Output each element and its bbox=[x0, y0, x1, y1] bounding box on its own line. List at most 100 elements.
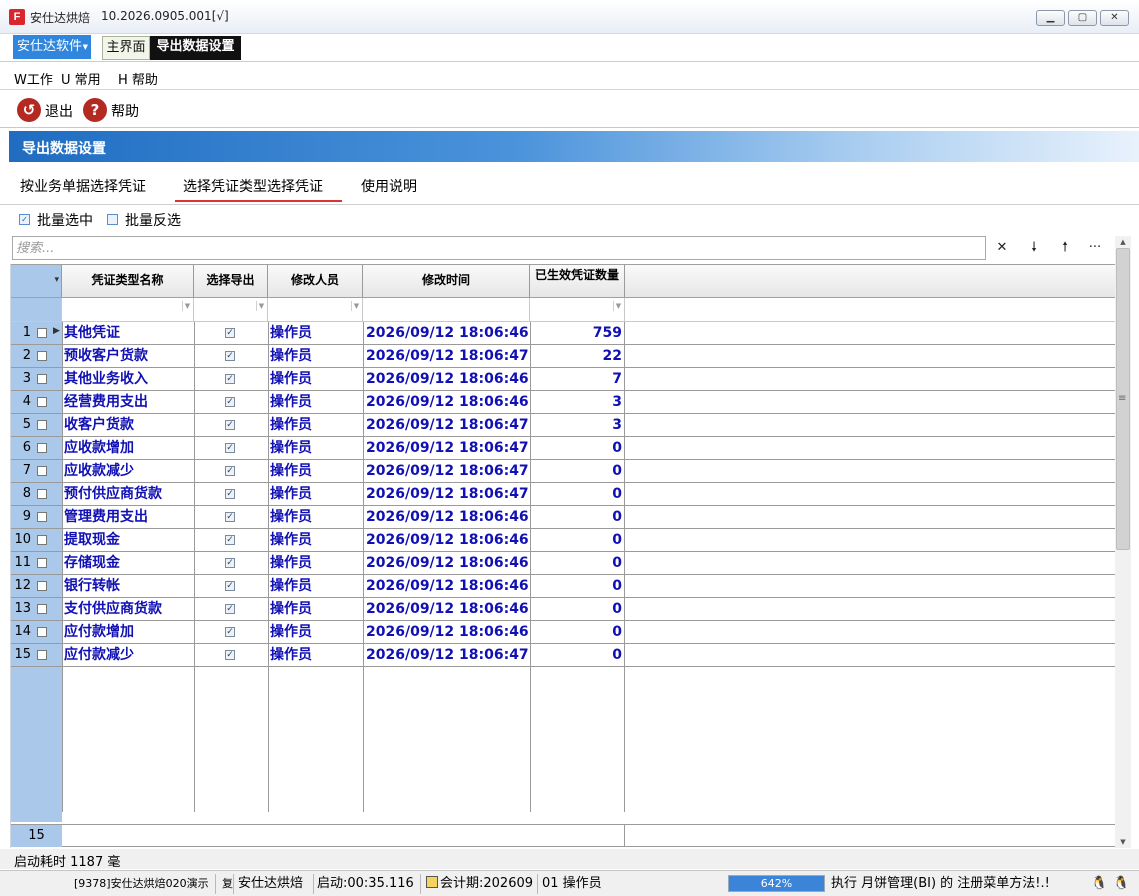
table-row[interactable]: 2 预收客户货款 ✓ 操作员 2026/09/12 18:06:47 22 bbox=[11, 345, 1115, 368]
batch-invert-button[interactable]: 批量反选 bbox=[107, 210, 187, 229]
table-row[interactable]: 14 应付款增加 ✓ 操作员 2026/09/12 18:06:46 0 bbox=[11, 621, 1115, 644]
tab-instructions[interactable]: 使用说明 bbox=[361, 176, 417, 196]
exit-button[interactable]: ↺ 退出 bbox=[17, 98, 79, 122]
cell-voucher-type-name[interactable]: 预付供应商货款 bbox=[63, 483, 193, 505]
cell-modified-by[interactable]: 操作员 bbox=[269, 506, 363, 528]
table-row[interactable]: 9 管理费用支出 ✓ 操作员 2026/09/12 18:06:46 0 bbox=[11, 506, 1115, 529]
cell-modified-time[interactable]: 2026/09/12 18:06:46 bbox=[364, 322, 530, 344]
cell-modified-time[interactable]: 2026/09/12 18:06:47 bbox=[364, 437, 530, 459]
filter-dropdown-icon[interactable]: ▼ bbox=[182, 301, 192, 311]
cell-modified-by[interactable]: 操作员 bbox=[269, 345, 363, 367]
cell-effective-count[interactable]: 0 bbox=[530, 483, 622, 505]
minimize-button[interactable]: ▁ bbox=[1036, 10, 1065, 26]
cell-voucher-type-name[interactable]: 管理费用支出 bbox=[63, 506, 193, 528]
cell-voucher-type-name[interactable]: 存储现金 bbox=[63, 552, 193, 574]
filter-dropdown-icon[interactable]: ▼ bbox=[351, 301, 361, 311]
table-row[interactable]: 12 银行转帐 ✓ 操作员 2026/09/12 18:06:46 0 bbox=[11, 575, 1115, 598]
table-row[interactable]: 7 应收款减少 ✓ 操作员 2026/09/12 18:06:47 0 bbox=[11, 460, 1115, 483]
cell-export[interactable]: ✓ bbox=[194, 529, 267, 551]
cell-export[interactable]: ✓ bbox=[194, 506, 267, 528]
close-button[interactable]: ✕ bbox=[1100, 10, 1129, 26]
cell-voucher-type-name[interactable]: 提取现金 bbox=[63, 529, 193, 551]
cell-modified-time[interactable]: 2026/09/12 18:06:46 bbox=[364, 391, 530, 413]
cell-modified-by[interactable]: 操作员 bbox=[269, 414, 363, 436]
cell-effective-count[interactable]: 0 bbox=[530, 529, 622, 551]
cell-export[interactable]: ✓ bbox=[194, 322, 267, 344]
cell-modified-by[interactable]: 操作员 bbox=[269, 437, 363, 459]
export-checkbox[interactable]: ✓ bbox=[225, 374, 235, 384]
filter-dropdown-icon[interactable]: ▼ bbox=[256, 301, 266, 311]
cell-modified-time[interactable]: 2026/09/12 18:06:46 bbox=[364, 529, 530, 551]
cell-voucher-type-name[interactable]: 预收客户货款 bbox=[63, 345, 193, 367]
row-select-checkbox[interactable] bbox=[37, 466, 47, 476]
cell-modified-time[interactable]: 2026/09/12 18:06:46 bbox=[364, 621, 530, 643]
tab-home[interactable]: 主界面 bbox=[102, 36, 150, 60]
arrow-down-icon[interactable]: 🠗 bbox=[1024, 239, 1044, 257]
cell-modified-by[interactable]: 操作员 bbox=[269, 552, 363, 574]
batch-select-button[interactable]: ✓ 批量选中 bbox=[19, 210, 99, 229]
cell-modified-time[interactable]: 2026/09/12 18:06:46 bbox=[364, 506, 530, 528]
qq-penguin-gray-icon[interactable]: 🐧 bbox=[1113, 875, 1129, 892]
cell-effective-count[interactable]: 759 bbox=[530, 322, 622, 344]
cell-modified-by[interactable]: 操作员 bbox=[269, 529, 363, 551]
row-select-checkbox[interactable] bbox=[37, 604, 47, 614]
cell-voucher-type-name[interactable]: 收客户货款 bbox=[63, 414, 193, 436]
cell-export[interactable]: ✓ bbox=[194, 391, 267, 413]
export-checkbox[interactable]: ✓ bbox=[225, 443, 235, 453]
grid-corner-menu[interactable] bbox=[11, 265, 62, 297]
more-icon[interactable]: ··· bbox=[1085, 239, 1105, 257]
menu-common[interactable]: U 常用 bbox=[61, 69, 101, 88]
cell-effective-count[interactable]: 0 bbox=[530, 506, 622, 528]
maximize-button[interactable]: ▢ bbox=[1068, 10, 1097, 26]
table-row[interactable]: 4 经营费用支出 ✓ 操作员 2026/09/12 18:06:46 3 bbox=[11, 391, 1115, 414]
cell-modified-by[interactable]: 操作员 bbox=[269, 368, 363, 390]
row-select-checkbox[interactable] bbox=[37, 351, 47, 361]
cell-export[interactable]: ✓ bbox=[194, 644, 267, 666]
clear-icon[interactable]: ✕ bbox=[992, 239, 1012, 257]
cell-effective-count[interactable]: 0 bbox=[530, 460, 622, 482]
cell-voucher-type-name[interactable]: 支付供应商货款 bbox=[63, 598, 193, 620]
cell-voucher-type-name[interactable]: 应收款增加 bbox=[63, 437, 193, 459]
export-checkbox[interactable]: ✓ bbox=[225, 558, 235, 568]
menu-work[interactable]: W工作 bbox=[14, 69, 53, 88]
brand-menu-button[interactable]: 安仕达软件 ▼ bbox=[13, 35, 91, 59]
row-select-checkbox[interactable] bbox=[37, 650, 47, 660]
row-select-checkbox[interactable] bbox=[37, 489, 47, 499]
menu-help[interactable]: H 帮助 bbox=[118, 69, 158, 88]
cell-export[interactable]: ✓ bbox=[194, 345, 267, 367]
cell-modified-by[interactable]: 操作员 bbox=[269, 644, 363, 666]
column-header-time[interactable]: 修改时间 bbox=[363, 265, 530, 297]
cell-voucher-type-name[interactable]: 应付款增加 bbox=[63, 621, 193, 643]
row-select-checkbox[interactable] bbox=[37, 397, 47, 407]
cell-modified-by[interactable]: 操作员 bbox=[269, 460, 363, 482]
cell-effective-count[interactable]: 22 bbox=[530, 345, 622, 367]
export-checkbox[interactable]: ✓ bbox=[225, 466, 235, 476]
export-checkbox[interactable]: ✓ bbox=[225, 328, 235, 338]
cell-voucher-type-name[interactable]: 应付款减少 bbox=[63, 644, 193, 666]
cell-modified-time[interactable]: 2026/09/12 18:06:47 bbox=[364, 460, 530, 482]
row-select-checkbox[interactable] bbox=[37, 374, 47, 384]
table-row[interactable]: 1 ▶ 其他凭证 ✓ 操作员 2026/09/12 18:06:46 759 bbox=[11, 322, 1115, 345]
row-select-checkbox[interactable] bbox=[37, 581, 47, 591]
export-checkbox[interactable]: ✓ bbox=[225, 512, 235, 522]
column-header-user[interactable]: 修改人员 bbox=[268, 265, 363, 297]
cell-modified-time[interactable]: 2026/09/12 18:06:47 bbox=[364, 483, 530, 505]
export-checkbox[interactable]: ✓ bbox=[225, 397, 235, 407]
filter-count[interactable]: ▼ bbox=[530, 298, 625, 321]
cell-effective-count[interactable]: 0 bbox=[530, 621, 622, 643]
table-row[interactable]: 8 预付供应商货款 ✓ 操作员 2026/09/12 18:06:47 0 bbox=[11, 483, 1115, 506]
export-checkbox[interactable]: ✓ bbox=[225, 627, 235, 637]
export-checkbox[interactable]: ✓ bbox=[225, 581, 235, 591]
cell-modified-time[interactable]: 2026/09/12 18:06:46 bbox=[364, 575, 530, 597]
export-checkbox[interactable]: ✓ bbox=[225, 650, 235, 660]
cell-export[interactable]: ✓ bbox=[194, 598, 267, 620]
cell-modified-by[interactable]: 操作员 bbox=[269, 598, 363, 620]
cell-modified-by[interactable]: 操作员 bbox=[269, 575, 363, 597]
cell-effective-count[interactable]: 3 bbox=[530, 414, 622, 436]
cell-export[interactable]: ✓ bbox=[194, 368, 267, 390]
cell-modified-by[interactable]: 操作员 bbox=[269, 621, 363, 643]
row-select-checkbox[interactable] bbox=[37, 443, 47, 453]
row-select-checkbox[interactable] bbox=[37, 512, 47, 522]
help-button[interactable]: ? 帮助 bbox=[83, 98, 145, 122]
scroll-up-icon[interactable]: ▲ bbox=[1115, 236, 1131, 248]
